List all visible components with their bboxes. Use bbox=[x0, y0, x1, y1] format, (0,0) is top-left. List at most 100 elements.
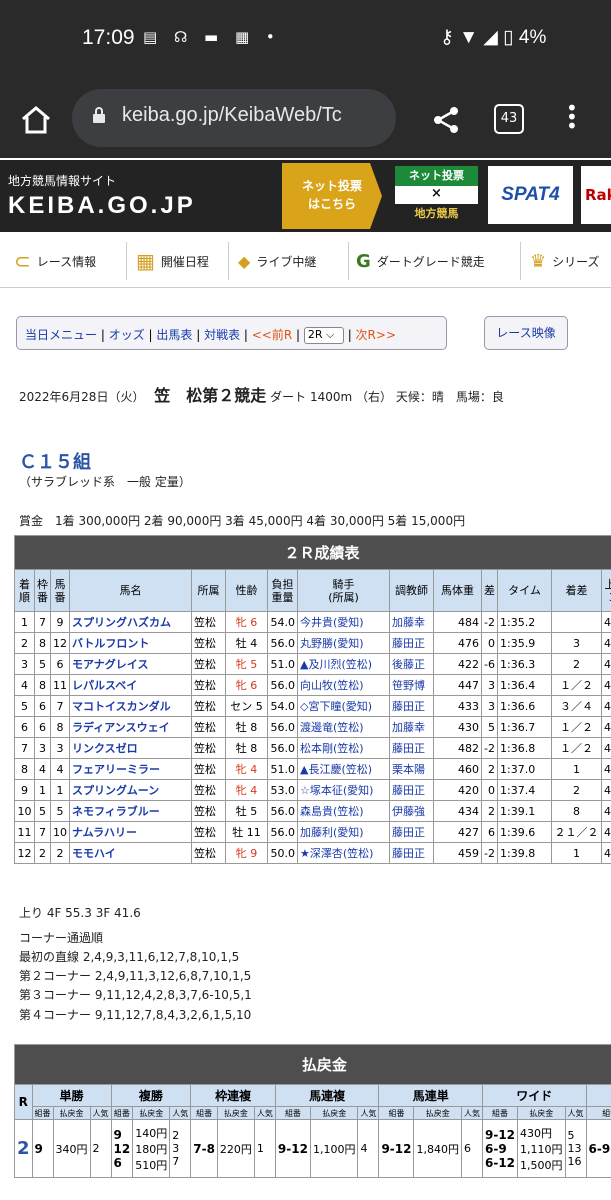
result-cell[interactable]: ▲長江慶(笠松) bbox=[297, 758, 390, 780]
result-cell[interactable]: ☆塚本征(愛知) bbox=[297, 779, 390, 801]
result-cell[interactable]: 後藤正 bbox=[389, 653, 434, 675]
result-cell[interactable]: 笹野博 bbox=[389, 674, 434, 696]
result-cell: 5 bbox=[34, 800, 51, 822]
banner-rakuten[interactable]: Rak bbox=[581, 166, 611, 224]
payout-sub-header: 組番 bbox=[274, 1106, 311, 1120]
results-col-header: 枠番 bbox=[34, 569, 51, 612]
race-type: （サラブレッド系 一般 定量） bbox=[19, 475, 191, 489]
race-video-button[interactable]: レース映像 bbox=[484, 316, 568, 350]
results-col-header: 着順 bbox=[14, 569, 35, 612]
link-entries[interactable]: 出馬表 bbox=[156, 328, 192, 342]
link-today-menu[interactable]: 当日メニュー bbox=[25, 328, 97, 342]
horse-link[interactable]: マコトイスカンダル bbox=[72, 700, 171, 713]
payout-title: 払戻金 bbox=[14, 1044, 611, 1085]
link-prev-race[interactable]: <<前R bbox=[252, 328, 292, 342]
horse-link[interactable]: ナムラハリー bbox=[72, 826, 137, 839]
horse-name-cell: マコトイスカンダル bbox=[69, 695, 192, 717]
race-prize: 賞金 1着 300,000円 2着 90,000円 3着 45,000円 4着 … bbox=[19, 514, 466, 528]
result-cell[interactable]: 加藤幸 bbox=[389, 611, 434, 633]
result-row: 6 6 8 ラディアンスウェイ 笠松牡 8 56.0 渡邊竜(笠松) 加藤幸 430 5 1:36.… bbox=[14, 716, 611, 738]
share-icon[interactable] bbox=[431, 106, 461, 134]
banner-net-vote-chihou[interactable]: ネット投票 × 地方競馬 bbox=[395, 166, 478, 224]
result-cell[interactable]: 藤田正 bbox=[389, 821, 434, 843]
nav-live[interactable]: ◆ ライブ中継 bbox=[238, 234, 316, 288]
banner-spat4[interactable]: SPAT4 bbox=[488, 166, 573, 224]
nav-schedule[interactable]: ▦ 開催日程 bbox=[136, 234, 209, 288]
result-cell[interactable]: ◇宮下瞳(愛知) bbox=[297, 695, 390, 717]
result-cell[interactable]: 藤田正 bbox=[389, 632, 434, 654]
nav-race-info[interactable]: ⊂ レース情報 bbox=[14, 234, 96, 288]
result-cell: 8 bbox=[34, 674, 51, 696]
agari-summary: 上り 4F 55.3 3F 41.6 bbox=[19, 906, 141, 920]
horse-link[interactable]: フェアリーミラー bbox=[72, 763, 160, 776]
link-odds[interactable]: オッズ bbox=[109, 328, 145, 342]
result-cell[interactable]: 藤田正 bbox=[389, 695, 434, 717]
result-cell[interactable]: 藤田正 bbox=[389, 737, 434, 759]
umatan-pop: 6 bbox=[460, 1119, 483, 1178]
payout-bet-type: 枠連複 bbox=[190, 1084, 276, 1107]
status-bar: 17:09 ▤ ☊ ▬ ▦ • ⚷ ▼ ◢ ▯ 4% bbox=[0, 0, 611, 80]
result-cell: 3 bbox=[34, 737, 51, 759]
race-name: 第２競走 bbox=[202, 386, 267, 405]
payout-table: 払戻金 R 単勝 複勝 枠連複 馬連複 馬連単 ワイド 組番 払戻金 人気 組番 払戻金 人気 組番 払戻… bbox=[14, 1044, 611, 1178]
result-cell[interactable]: 丸野勝(愛知) bbox=[297, 632, 390, 654]
result-cell: 笠松 bbox=[191, 695, 226, 717]
result-cell[interactable]: 藤田正 bbox=[389, 842, 434, 864]
horse-link[interactable]: スプリングハズカム bbox=[72, 616, 171, 629]
result-cell[interactable]: ▲及川烈(笠松) bbox=[297, 653, 390, 675]
home-icon[interactable] bbox=[20, 105, 52, 135]
tab-count-button[interactable]: 43 bbox=[494, 104, 524, 134]
result-cell: 420 bbox=[433, 779, 482, 801]
result-cell[interactable]: 伊藤強 bbox=[389, 800, 434, 822]
result-cell[interactable]: 渡邊竜(笠松) bbox=[297, 716, 390, 738]
horse-link[interactable]: ラディアンスウェイ bbox=[72, 721, 170, 734]
nav-dirt-grade[interactable]: G ダートグレード競走 bbox=[356, 234, 485, 288]
result-cell: 2 bbox=[551, 653, 602, 675]
result-cell: 41. bbox=[601, 632, 611, 654]
result-cell: 9 bbox=[14, 779, 35, 801]
menu-icon[interactable]: • • • bbox=[566, 98, 578, 136]
horse-link[interactable]: スプリングムーン bbox=[72, 784, 159, 797]
banner1-top: ネット投票 bbox=[395, 166, 478, 186]
results-col-header: 馬番 bbox=[50, 569, 70, 612]
result-cell[interactable]: ★深澤杏(笠松) bbox=[297, 842, 390, 864]
result-cell[interactable]: 藤田正 bbox=[389, 779, 434, 801]
result-cell bbox=[551, 611, 602, 633]
umaren-pop: 4 bbox=[357, 1119, 380, 1178]
payout-bet-type: ワイド bbox=[481, 1084, 587, 1107]
result-row: 7 3 3 リンクスゼロ 笠松牡 8 56.0 松本剛(笠松) 藤田正 482 -2 1:36.8 １… bbox=[14, 737, 611, 759]
result-cell: -2 bbox=[481, 611, 498, 633]
result-cell[interactable]: 加藤幸 bbox=[389, 716, 434, 738]
payout-type-row: R 単勝 複勝 枠連複 馬連複 馬連単 ワイド bbox=[14, 1084, 611, 1120]
net-vote-button[interactable]: ネット投票 はこちら bbox=[282, 163, 382, 229]
site-logo[interactable]: KEIBA.GO.JP bbox=[8, 192, 196, 220]
result-cell: 笠松 bbox=[191, 779, 226, 801]
url-bar[interactable]: keiba.go.jp/KeibaWeb/Tc bbox=[72, 89, 396, 147]
payout-sub-header: 組番 bbox=[481, 1106, 519, 1120]
horse-link[interactable]: モモハイ bbox=[72, 847, 116, 860]
result-row: 10 5 5 ネモフィラブルー 笠松牡 5 56.0 森島貴(笠松) 伊藤強 434 2 1:39.… bbox=[14, 800, 611, 822]
link-matchup[interactable]: 対戦表 bbox=[204, 328, 240, 342]
result-cell: 牡 11 bbox=[225, 821, 268, 843]
result-cell[interactable]: 向山牧(笠松) bbox=[297, 674, 390, 696]
result-row: 11 7 10 ナムラハリー 笠松牡 11 56.0 加藤利(愛知) 藤田正 427 6 1:39.… bbox=[14, 821, 611, 843]
nav-label: シリーズ bbox=[552, 254, 600, 269]
payout-sub-header: 人気 bbox=[564, 1106, 587, 1120]
link-next-race[interactable]: 次R>> bbox=[356, 328, 396, 342]
result-cell[interactable]: 加藤利(愛知) bbox=[297, 821, 390, 843]
result-cell: 434 bbox=[433, 800, 482, 822]
result-cell[interactable]: 今井貴(愛知) bbox=[297, 611, 390, 633]
horse-link[interactable]: リンクスゼロ bbox=[72, 742, 138, 755]
horse-link[interactable]: モアナグレイス bbox=[72, 658, 148, 671]
result-cell[interactable]: 栗本陽 bbox=[389, 758, 434, 780]
horse-link[interactable]: ネモフィラブルー bbox=[72, 805, 160, 818]
race-select[interactable]: 2R ⌵ bbox=[303, 327, 344, 344]
result-cell[interactable]: 松本剛(笠松) bbox=[297, 737, 390, 759]
horse-link[interactable]: レパルスベイ bbox=[72, 679, 137, 692]
result-cell[interactable]: 森島貴(笠松) bbox=[297, 800, 390, 822]
payout-bet-type: 馬連複 bbox=[274, 1084, 380, 1107]
payout-sub-header: 組番 bbox=[190, 1106, 218, 1120]
horse-link[interactable]: バトルフロント bbox=[72, 637, 149, 650]
fukusho-pop: 237 bbox=[169, 1119, 192, 1178]
nav-series[interactable]: ♛ シリーズ bbox=[530, 234, 600, 288]
